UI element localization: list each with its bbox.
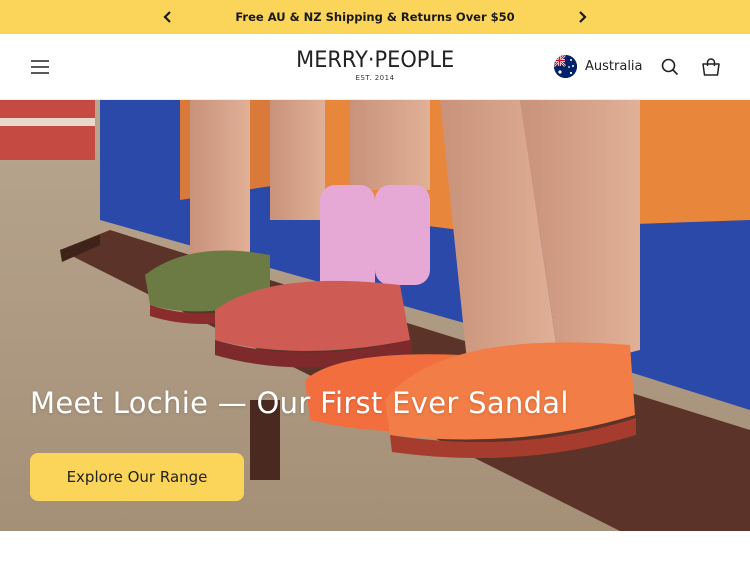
site-header: MERRY·PEOPLE EST. 2014 Australia — [0, 34, 750, 100]
announcement-text: Free AU & NZ Shipping & Returns Over $50 — [235, 10, 515, 24]
country-selector[interactable]: Australia — [554, 54, 643, 78]
hero-banner: Meet Lochie — Our First Ever Sandal Expl… — [0, 100, 750, 531]
announcement-bar: Free AU & NZ Shipping & Returns Over $50 — [0, 0, 750, 34]
australia-flag-icon — [554, 54, 577, 78]
search-icon[interactable] — [661, 58, 679, 76]
explore-range-button[interactable]: Explore Our Range — [30, 453, 244, 501]
chevron-left-icon[interactable] — [160, 9, 176, 25]
hero-headline: Meet Lochie — Our First Ever Sandal — [30, 386, 569, 420]
logo-brand: MERRY·PEOPLE — [295, 48, 455, 73]
chevron-right-icon[interactable] — [574, 9, 590, 25]
country-label: Australia — [585, 58, 643, 74]
shopping-bag-icon[interactable] — [701, 57, 721, 77]
